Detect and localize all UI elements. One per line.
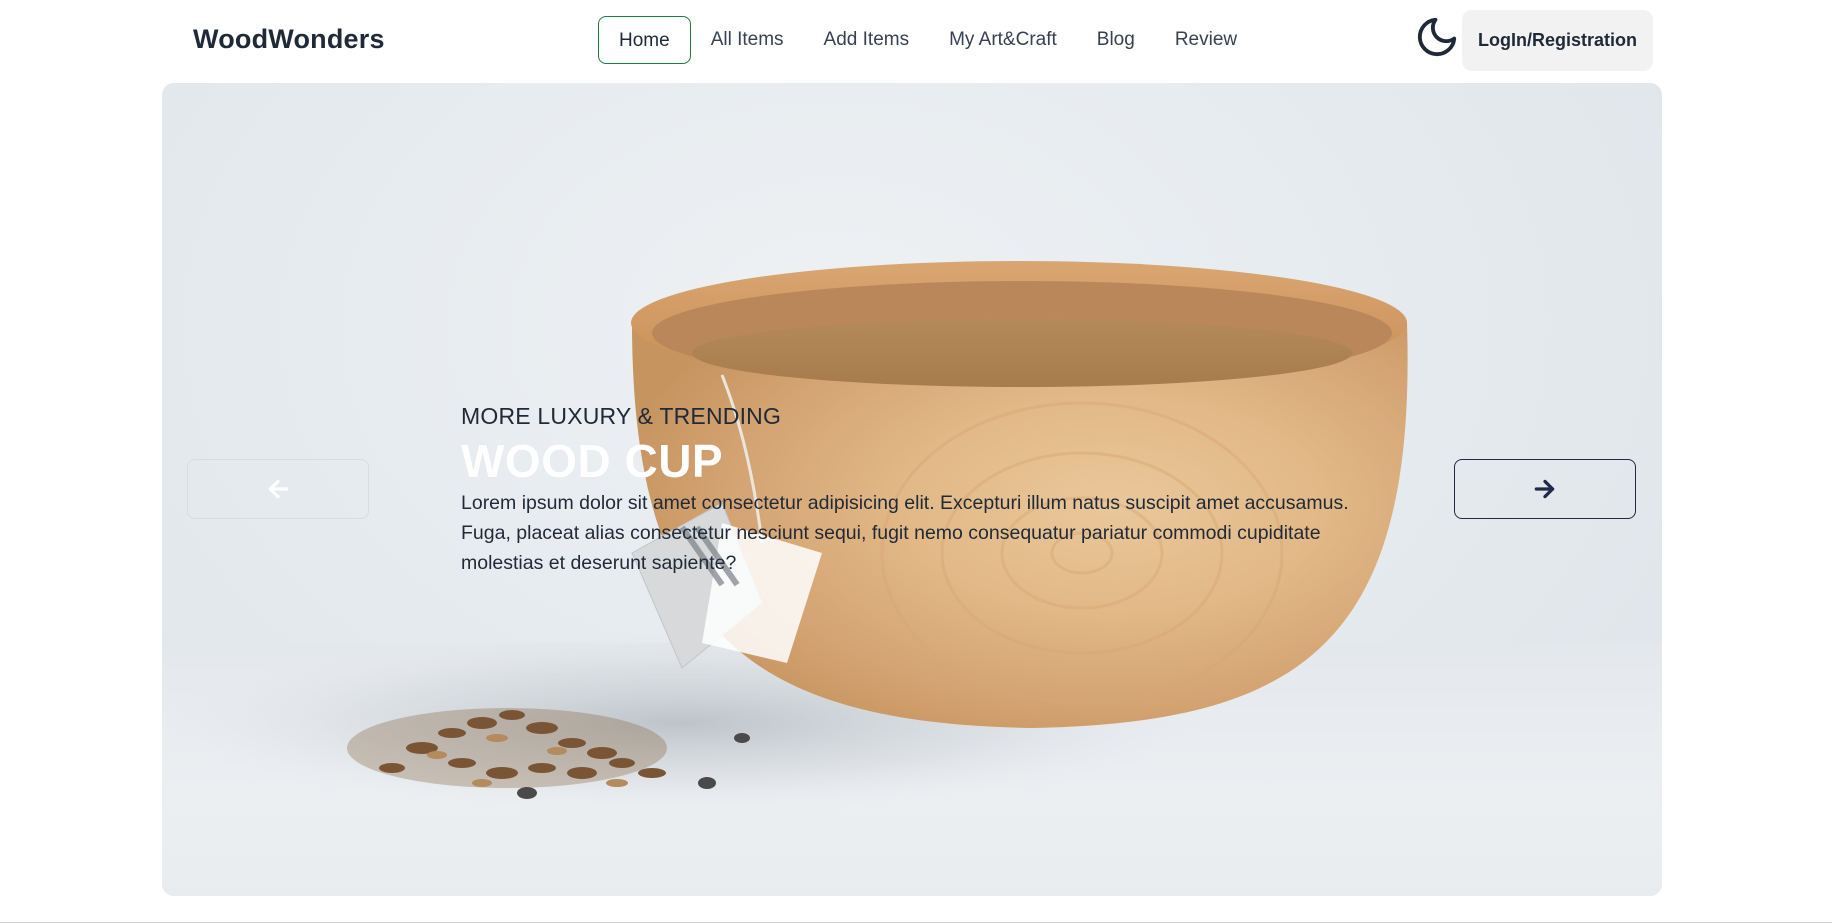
main-nav: Home All Items Add Items My Art&Craft Bl… xyxy=(598,16,1257,64)
moon-icon xyxy=(1417,17,1457,57)
slide-eyebrow: MORE LUXURY & TRENDING xyxy=(461,403,782,429)
brand-logo[interactable]: WoodWonders xyxy=(193,24,385,55)
slider-prev-button[interactable] xyxy=(187,459,369,519)
slide-description: Lorem ipsum dolor sit amet consectetur a… xyxy=(461,492,1349,574)
nav-add-items[interactable]: Add Items xyxy=(804,17,930,63)
nav-my-art-craft[interactable]: My Art&Craft xyxy=(929,17,1077,63)
arrow-left-icon xyxy=(268,479,289,499)
nav-blog[interactable]: Blog xyxy=(1077,17,1155,63)
nav-home[interactable]: Home xyxy=(598,16,691,64)
navbar: WoodWonders Home All Items Add Items My … xyxy=(0,0,1832,82)
slide-content: MORE LUXURY & TRENDING WOOD CUP Lorem ip… xyxy=(461,403,1381,578)
slide-title: WOOD CUP xyxy=(461,435,724,487)
theme-toggle[interactable] xyxy=(1412,12,1462,62)
tea-surface xyxy=(692,319,1352,387)
slider-next-button[interactable] xyxy=(1454,459,1636,519)
arrow-right-icon xyxy=(1534,479,1555,499)
page-divider xyxy=(0,922,1832,923)
nav-review[interactable]: Review xyxy=(1155,17,1257,63)
hero-slider: MORE LUXURY & TRENDING WOOD CUP Lorem ip… xyxy=(162,83,1662,896)
nav-all-items[interactable]: All Items xyxy=(691,17,804,63)
login-registration-button[interactable]: LogIn/Registration xyxy=(1462,10,1653,71)
